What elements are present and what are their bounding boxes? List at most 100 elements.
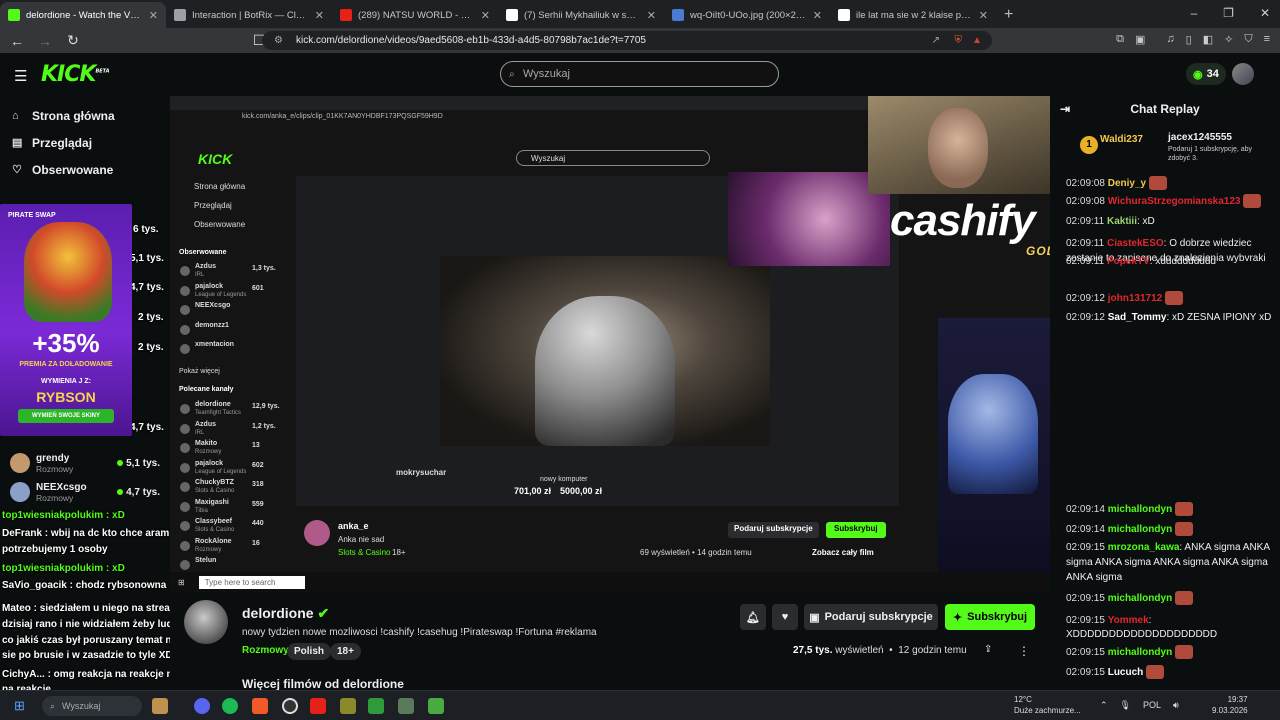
points-badge[interactable]: ◉ 34: [1186, 63, 1226, 85]
tab-favicon-icon: [672, 9, 684, 21]
chat-username[interactable]: michallondyn: [1108, 504, 1172, 515]
browser-tab[interactable]: (7) Serhii Mykhailiuk w serwisie X: „W ✕: [498, 2, 664, 28]
more-options-icon[interactable]: ⋮: [1018, 644, 1030, 658]
chat-username[interactable]: WichuraStrzegomianska123: [1108, 196, 1241, 207]
streamer-avatar[interactable]: [184, 600, 228, 644]
forward-icon[interactable]: →: [34, 33, 56, 49]
chat-username[interactable]: michallondyn: [1108, 524, 1172, 535]
hamburger-menu-icon[interactable]: ☰: [14, 67, 27, 85]
discord-icon[interactable]: [194, 698, 210, 714]
kick-logo[interactable]: KICKBETA: [41, 62, 110, 87]
menu-icon[interactable]: ≡: [1264, 33, 1270, 46]
subscribe-button[interactable]: ✦ Subskrybuj: [945, 604, 1035, 630]
chat-username[interactable]: mrozona_kawa: [1108, 542, 1180, 553]
tag-18plus[interactable]: 18+: [330, 643, 361, 660]
collapse-chat-icon[interactable]: ⇥: [1060, 96, 1070, 122]
user-avatar[interactable]: [1232, 63, 1254, 85]
brave-shield-icon[interactable]: ⛨: [955, 35, 963, 46]
chat-username[interactable]: michallondyn: [1108, 647, 1172, 658]
chat-username[interactable]: john131712: [1108, 293, 1162, 304]
nav-following[interactable]: ♡ Obserwowane: [0, 156, 170, 183]
inner-channel-name: Classybeef: [195, 518, 232, 525]
back-icon[interactable]: ←: [6, 33, 28, 49]
streamer-name[interactable]: delordione ✔: [242, 605, 329, 622]
media-icon[interactable]: ♫: [1166, 33, 1174, 46]
clip-full-video[interactable]: Zobacz cały film: [812, 548, 874, 557]
nav-browse[interactable]: ▤ Przeglądaj: [0, 129, 170, 156]
clock[interactable]: 19:37 9.03.2026: [1212, 694, 1248, 716]
browser-tab[interactable]: wq-OiIt0-UOo.jpg (200×200) ✕: [664, 2, 830, 28]
browser-tab[interactable]: ile lat ma sie w 2 klaise podstawowk ✕: [830, 2, 996, 28]
tab-close-icon[interactable]: ✕: [481, 9, 490, 22]
sidebar-channel-neexcsgo[interactable]: NEEXcsgo Rozmowy 4,7 tys.: [10, 480, 160, 504]
chat-username[interactable]: CiastekESO: [1107, 238, 1164, 249]
chat-username[interactable]: Yommek: [1108, 615, 1149, 626]
site-info-icon[interactable]: ⚙: [274, 35, 283, 46]
tag-polish[interactable]: Polish: [287, 643, 332, 660]
chat-username[interactable]: Deniy_y: [1108, 178, 1146, 189]
browser-tab[interactable]: Interaction | BotRix — Cloud Stream ✕: [166, 2, 332, 28]
rewards-icon[interactable]: ▲: [972, 35, 982, 46]
windows-start-icon[interactable]: ⊞: [14, 698, 25, 714]
chat-username[interactable]: Lucuch: [1108, 667, 1144, 678]
extension-icon[interactable]: ⧉: [1116, 33, 1124, 46]
tab-close-icon[interactable]: ✕: [979, 9, 988, 22]
tab-close-icon[interactable]: ✕: [813, 9, 822, 22]
widgets-icon[interactable]: [152, 698, 168, 714]
vpn-icon[interactable]: ⛉: [1244, 33, 1252, 46]
tab-close-icon[interactable]: ✕: [315, 9, 324, 22]
taskbar-search[interactable]: ⌕ Wyszukaj: [42, 696, 142, 716]
clip-gift-button[interactable]: Podaruj subskrypcje: [728, 522, 819, 538]
maximize-icon[interactable]: ❐: [1223, 6, 1234, 20]
gift-subs-button[interactable]: ▣ Podaruj subskrypcje: [804, 604, 938, 630]
browser-tab[interactable]: (289) NATSU WORLD - EUFORIA (Off ✕: [332, 2, 498, 28]
stream-category[interactable]: Rozmowy: [242, 645, 289, 656]
follow-heart-button[interactable]: ♥: [772, 604, 798, 630]
brave-icon[interactable]: [252, 698, 268, 714]
inner-channel-name: RockAlone: [195, 537, 232, 545]
close-window-icon[interactable]: ✕: [1260, 6, 1270, 20]
video-controls-bar[interactable]: ⊞ Type here to search: [170, 572, 1050, 592]
obs-icon[interactable]: [282, 698, 298, 714]
language-indicator[interactable]: POL: [1143, 700, 1161, 711]
video-player[interactable]: kick.com/anka_e/clips/clip_01KK7AN0YHDBF…: [170, 96, 1050, 592]
volume-icon[interactable]: 🔊︎: [1173, 700, 1179, 711]
app-icon[interactable]: [340, 698, 356, 714]
ad-cta-button[interactable]: WYMIEŃ SWOJE SKINY: [18, 409, 114, 423]
pip-main-cam: [868, 96, 1050, 194]
url-field[interactable]: ⚙ kick.com/delordione/videos/9aed5608-eb…: [262, 31, 992, 50]
browser-tab[interactable]: delordione - Watch the VOD ✕: [0, 2, 166, 28]
youtube-icon[interactable]: [310, 698, 326, 714]
chat-username[interactable]: michallondyn: [1108, 593, 1172, 604]
reload-icon[interactable]: ↻: [62, 32, 84, 49]
chat-title: Chat Replay: [1130, 102, 1200, 116]
screenshot-icon[interactable]: ▣: [1135, 33, 1145, 46]
search-input[interactable]: ⌕ Wyszukaj: [500, 61, 779, 87]
chat-username[interactable]: Sad_Tommy: [1108, 312, 1167, 323]
pirateswap-ad[interactable]: PIRATE SWAP +35% PREMIA ZA DOŁADOWANIE W…: [0, 204, 132, 436]
ai-icon[interactable]: ✧: [1224, 33, 1233, 46]
wallet-icon[interactable]: ◧: [1203, 33, 1213, 46]
tab-close-icon[interactable]: ✕: [647, 9, 656, 22]
app-icon[interactable]: [428, 698, 444, 714]
sidebar-icon[interactable]: ▯: [1186, 33, 1192, 46]
minimize-icon[interactable]: –: [1190, 6, 1197, 20]
chat-username[interactable]: Kaktiii: [1107, 216, 1137, 227]
weather-widget[interactable]: 12°C Duże zachmurze...: [1014, 694, 1081, 716]
app-icon[interactable]: [368, 698, 384, 714]
app-icon[interactable]: [398, 698, 414, 714]
notifications-button[interactable]: 🔔︎: [740, 604, 766, 630]
clip-subscribe-button[interactable]: Subskrybuj: [826, 522, 886, 538]
share-icon[interactable]: ↗: [932, 35, 940, 46]
new-tab-button[interactable]: +: [996, 2, 1021, 28]
nav-home[interactable]: ⌂ Strona główna: [0, 102, 170, 129]
share-icon[interactable]: ⇪: [984, 644, 992, 655]
spotify-icon[interactable]: [222, 698, 238, 714]
sidebar-channel-grendy[interactable]: grendy Rozmowy 5,1 tys.: [10, 451, 160, 475]
tray-up-icon[interactable]: ⌃: [1100, 700, 1108, 711]
tab-close-icon[interactable]: ✕: [149, 9, 158, 22]
chat-username[interactable]: PopekTV: [1107, 256, 1150, 267]
emote-icon: [1164, 291, 1183, 306]
chat-message: 02:09:12 Sad_Tommy: xD ZESNA IPIONY xD: [1066, 310, 1276, 325]
mic-icon[interactable]: 🎙︎: [1120, 700, 1131, 711]
